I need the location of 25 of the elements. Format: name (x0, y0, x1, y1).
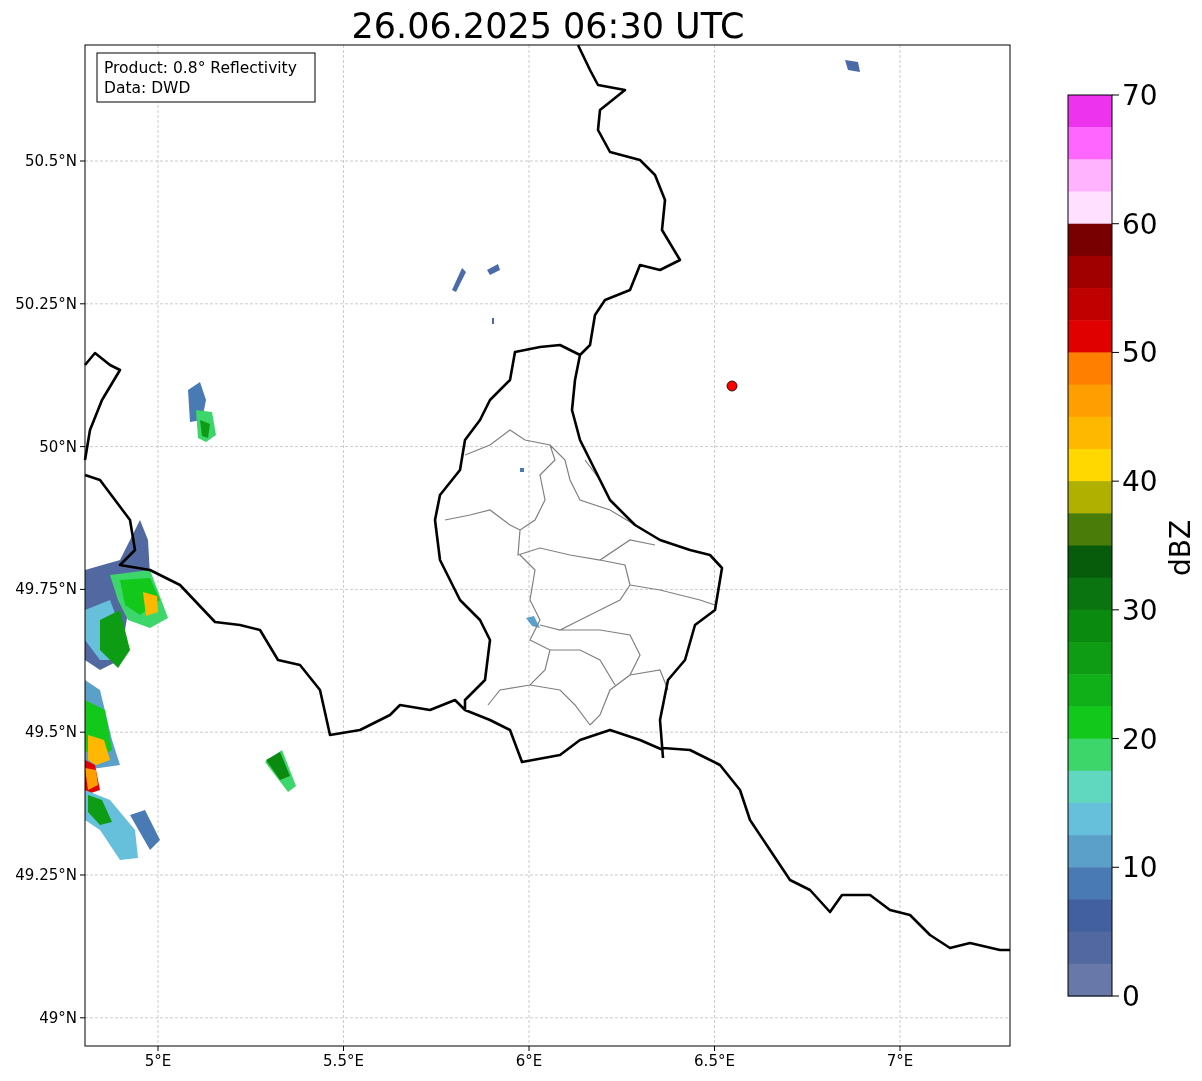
axis-tick-label: 49.25°N (15, 866, 77, 884)
colorbar-tick-label: 20 (1122, 722, 1158, 756)
axis-tick-label: 5.5°E (323, 1052, 364, 1070)
axis-tick-label: 50.25°N (15, 294, 77, 313)
colorbar-tick-label: 60 (1122, 207, 1158, 241)
legend-text: Product: 0.8° Reflectivity (104, 59, 297, 77)
location-dot-icon (726, 380, 738, 392)
colorbar-label: dBZ (1164, 519, 1197, 577)
legend-text: Data: DWD (104, 79, 191, 97)
axis-tick-label: 6.5°E (694, 1052, 735, 1070)
axis-tick-label: 49.5°N (24, 723, 77, 742)
chart-title: 26.06.2025 06:30 UTC (351, 6, 745, 46)
colorbar-tick-label: 10 (1122, 851, 1158, 885)
axis-tick-label: 7°E (886, 1052, 914, 1070)
axis-tick-label: 49°N (39, 1008, 77, 1027)
axis-tick-label: 50.5°N (24, 152, 77, 170)
colorbar-tick-label: 30 (1122, 593, 1158, 627)
colorbar-tick-label: 50 (1122, 336, 1158, 370)
axis-tick-label: 50°N (39, 437, 77, 456)
axis-tick-label: 5°E (144, 1052, 172, 1070)
colorbar-tick-label: 0 (1122, 980, 1140, 1013)
colorbar-tick-label: 40 (1122, 465, 1158, 499)
axis-tick-label: 49.75°N (15, 580, 77, 599)
colorbar-tick-label: 70 (1122, 79, 1158, 112)
axis-tick-label: 6°E (515, 1052, 543, 1070)
